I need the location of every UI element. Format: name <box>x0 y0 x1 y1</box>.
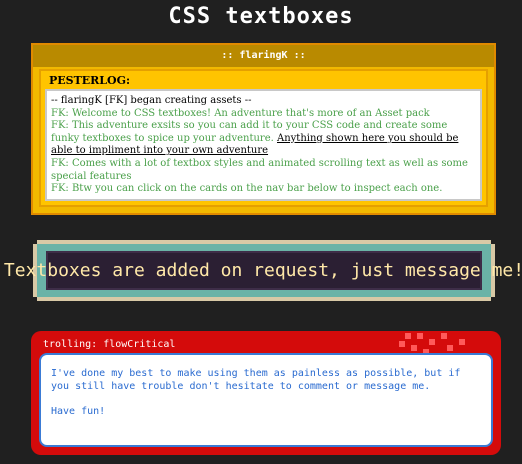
log-line-fk: FK: Btw you can click on the cards on th… <box>51 183 443 195</box>
log-line-fk: FK: Welcome to CSS textboxes! An adventu… <box>51 107 430 119</box>
pixel-dot <box>399 341 405 347</box>
pixel-dot <box>429 339 435 345</box>
log-line-fk: FK: Comes with a lot of textbox styles a… <box>51 157 468 182</box>
pesterlog-box: :: flaringK :: PESTERLOG: -- flaringK [F… <box>31 43 496 215</box>
trolling-paragraph: Have fun! <box>51 406 106 417</box>
pixel-dot <box>459 339 465 345</box>
pixel-dot <box>411 345 417 351</box>
pixel-banner: Textboxes are added on request, just mes… <box>4 240 522 301</box>
pixel-dot <box>417 333 423 339</box>
banner-corner <box>33 297 37 301</box>
pesterlog-label: PESTERLOG: <box>49 74 131 87</box>
banner-text: Textboxes are added on request, just mes… <box>3 260 522 281</box>
pixel-dot <box>405 333 411 339</box>
trolling-box: trolling: flowCritical I've done my best… <box>31 331 501 455</box>
banner-inner: Textboxes are added on request, just mes… <box>4 251 522 290</box>
trolling-paragraph: I've done my best to make using them as … <box>51 368 461 392</box>
pixel-dot <box>447 345 453 351</box>
banner-corner <box>33 240 37 244</box>
pixel-dot <box>441 333 447 339</box>
page-title: CSS textboxes <box>168 4 354 29</box>
trolling-header: trolling: flowCritical <box>43 339 176 350</box>
pesterlog-panel: PESTERLOG: -- flaringK [FK] began creati… <box>39 69 488 207</box>
pesterlog-content: -- flaringK [FK] began creating assets -… <box>45 89 482 201</box>
banner-corner <box>491 297 495 301</box>
trolling-content: I've done my best to make using them as … <box>39 353 493 447</box>
pesterlog-header: :: flaringK :: <box>33 45 494 67</box>
log-line-system: -- flaringK [FK] began creating assets -… <box>51 95 252 106</box>
banner-corner <box>491 240 495 244</box>
